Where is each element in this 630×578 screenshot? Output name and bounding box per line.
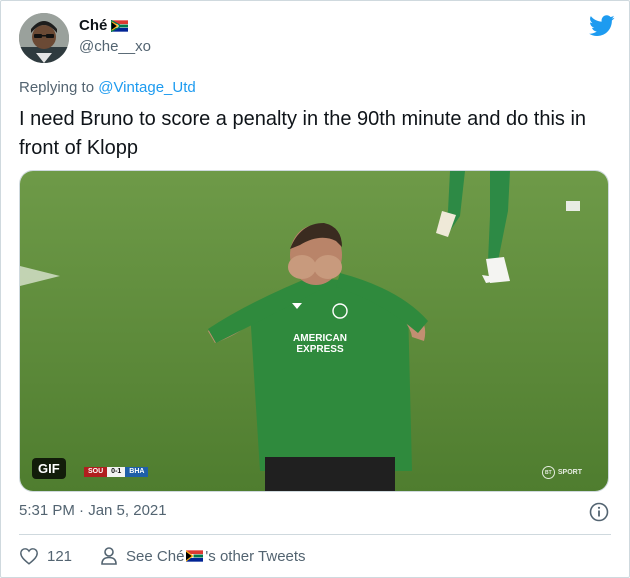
heart-icon[interactable] xyxy=(19,547,39,565)
see-other-tweets-link[interactable]: See Ché 's other Tweets xyxy=(126,548,306,565)
other-tweets-suffix[interactable]: 's other Tweets xyxy=(205,548,305,565)
like-count[interactable]: 121 xyxy=(47,548,72,565)
score-home: SOU xyxy=(84,467,108,477)
info-icon[interactable] xyxy=(589,502,609,522)
tweet-text: I need Bruno to score a penalty in the 9… xyxy=(19,108,587,159)
replying-mention-link[interactable]: @Vintage_Utd xyxy=(98,79,196,96)
author-name[interactable]: Ché xyxy=(79,17,107,34)
gif-badge: GIF xyxy=(32,458,66,479)
twitter-bird-icon[interactable] xyxy=(589,15,615,37)
gif-frame: AMERICAN EXPRESS xyxy=(20,171,608,491)
jersey-sponsor-line2: EXPRESS xyxy=(296,344,344,355)
score-away: BHA xyxy=(125,467,149,477)
replying-prefix: Replying to xyxy=(19,79,99,96)
author-handle[interactable]: @che__xo xyxy=(79,38,151,55)
other-tweets-prefix[interactable]: See Ché xyxy=(126,548,184,565)
person-icon[interactable] xyxy=(100,546,118,566)
jersey-sponsor-line1: AMERICAN xyxy=(293,333,347,344)
score-value: 0-1 xyxy=(107,467,126,477)
bt-logo-icon: BT xyxy=(541,466,555,479)
avatar[interactable] xyxy=(19,13,69,63)
south-africa-flag-icon xyxy=(111,19,129,32)
divider xyxy=(19,534,611,535)
tweet-timestamp[interactable]: 5:31 PM · Jan 5, 2021 xyxy=(19,502,167,519)
tweet-actions: 121 See Ché 's other Tweets xyxy=(19,546,306,566)
broadcaster-name: SPORT xyxy=(557,469,582,476)
tweet-media-gif[interactable]: AMERICAN EXPRESS GIF SOU 0-1 BHA BT SPOR… xyxy=(19,170,609,492)
replying-to: Replying to @Vintage_Utd xyxy=(19,79,196,96)
tweet-card: Ché @che__xo Replying to @Vintage_Utd I … xyxy=(0,0,630,578)
broadcaster-logo: BT SPORT xyxy=(541,466,582,479)
south-africa-flag-icon xyxy=(186,550,204,562)
scoreboard: SOU 0-1 BHA xyxy=(84,467,149,477)
author-name-row[interactable]: Ché xyxy=(79,17,129,34)
